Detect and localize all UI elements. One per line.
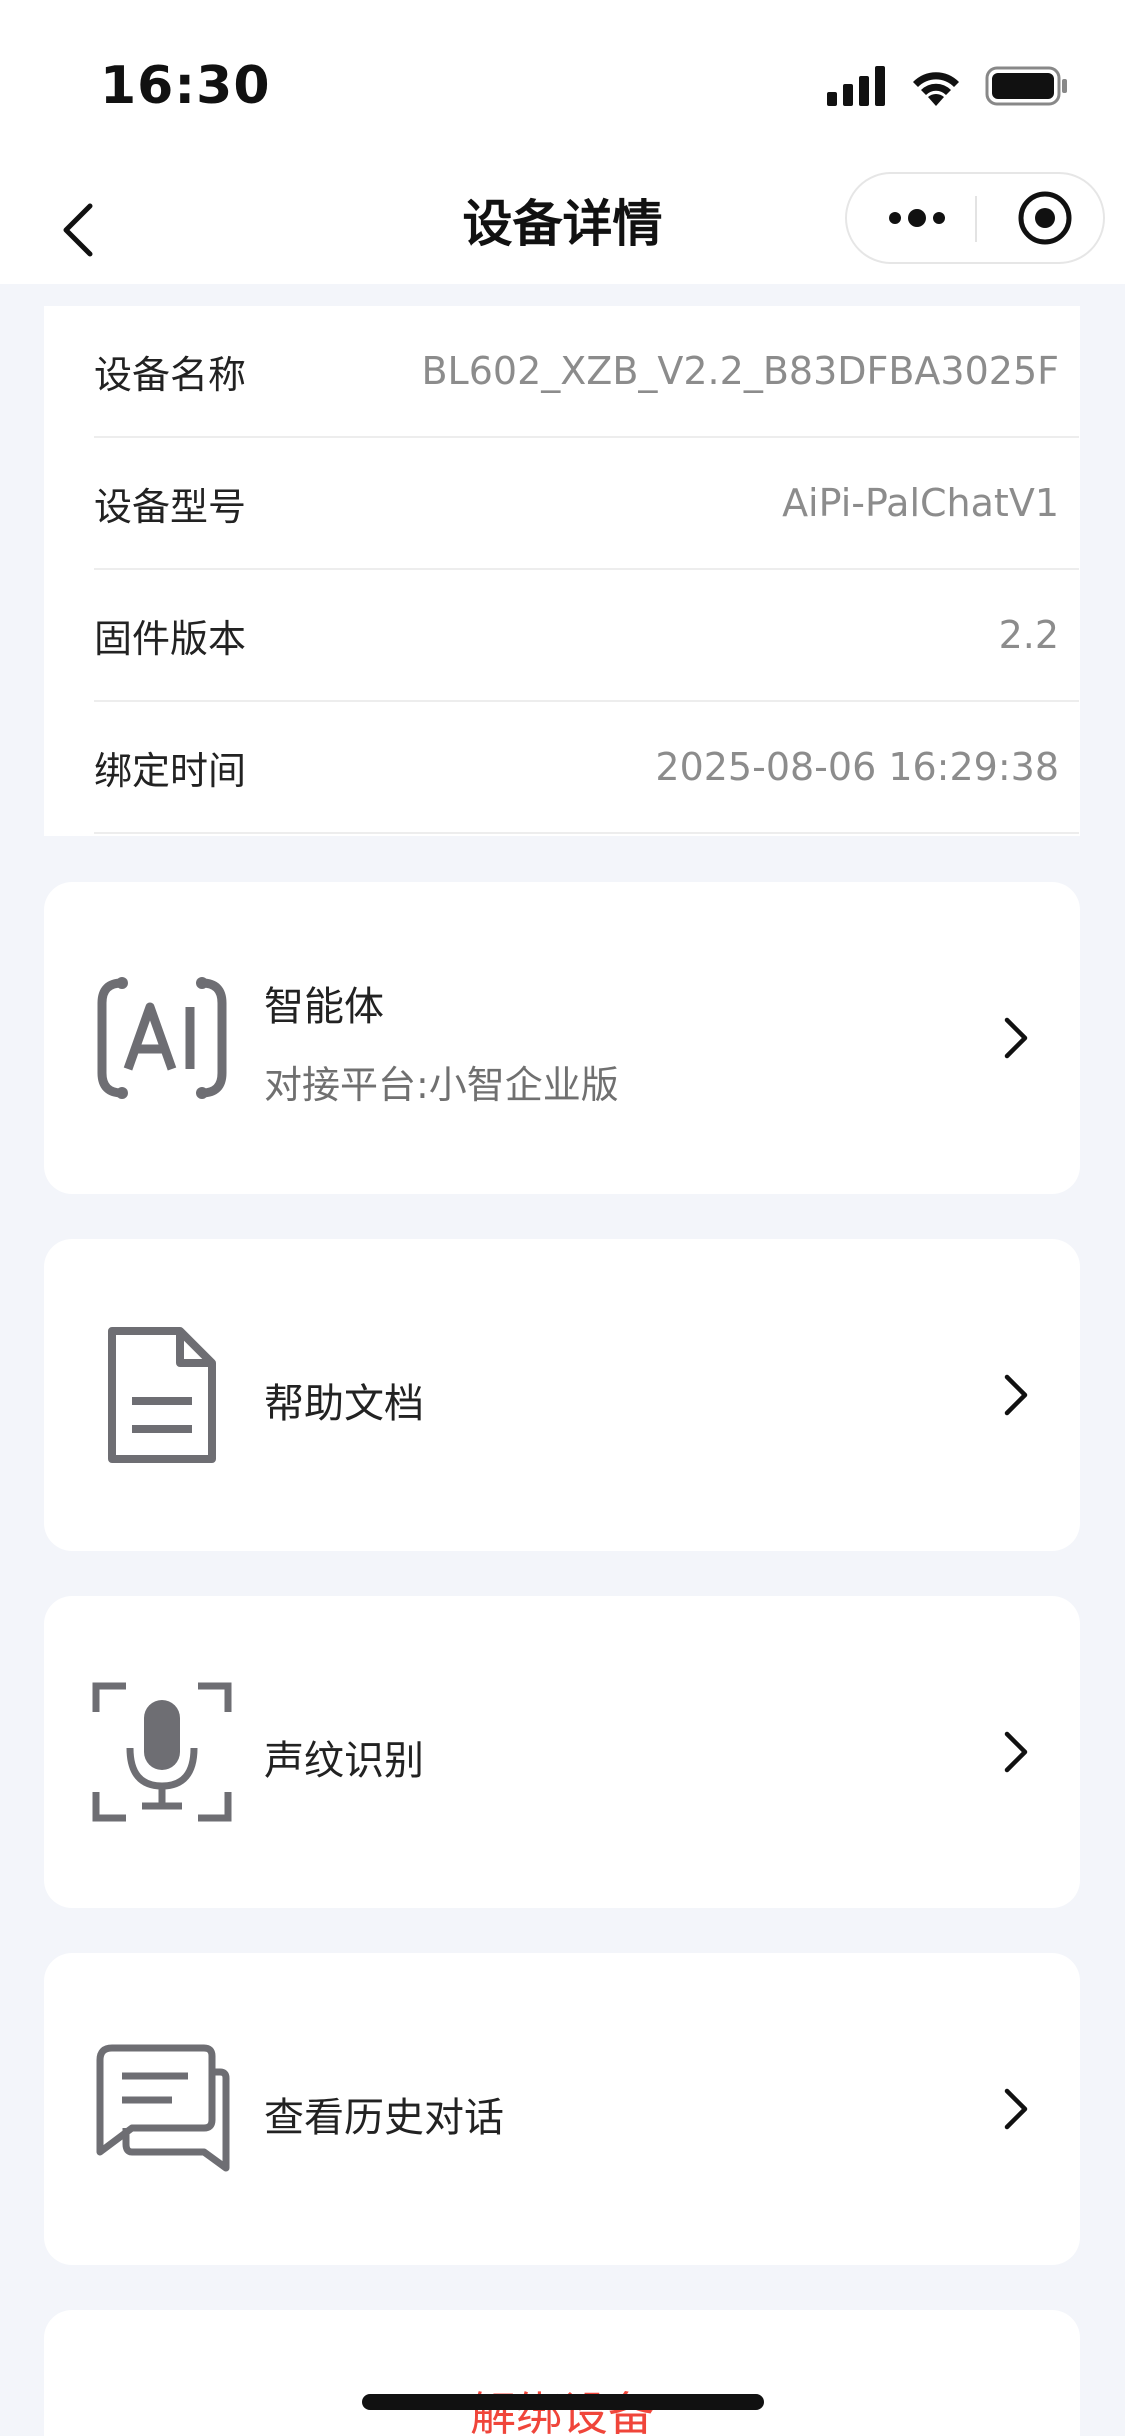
info-label: 设备名称 <box>94 352 247 397</box>
more-dots-icon <box>889 209 945 227</box>
device-info-card: 设备名称 BL602_XZB_V2.2_B83DFBA3025F 设备型号 Ai… <box>44 306 1080 836</box>
info-label: 设备型号 <box>94 484 247 529</box>
capsule-divider <box>975 196 977 242</box>
menu-title: 查看历史对话 <box>264 2095 504 2141</box>
chevron-right-icon <box>996 1004 1036 1072</box>
info-row-bind-time: 绑定时间 2025-08-06 16:29:38 <box>94 702 1079 834</box>
info-row-device-name: 设备名称 BL602_XZB_V2.2_B83DFBA3025F <box>94 306 1079 438</box>
microphone-scan-icon <box>92 1682 232 1822</box>
mini-program-capsule <box>845 172 1105 264</box>
chevron-right-icon <box>996 1718 1036 1786</box>
home-indicator[interactable] <box>362 2394 764 2410</box>
chevron-right-icon <box>996 2075 1036 2143</box>
menu-title: 智能体 <box>264 984 384 1030</box>
target-close-icon <box>1018 191 1072 245</box>
menu-item-help-docs[interactable]: 帮助文档 <box>44 1239 1080 1551</box>
info-row-device-model: 设备型号 AiPi-PalChatV1 <box>94 438 1079 570</box>
unbind-device-button[interactable]: 解绑设备 <box>44 2310 1080 2436</box>
wifi-icon <box>913 72 959 106</box>
menu-title: 声纹识别 <box>264 1738 424 1784</box>
close-mini-program-button[interactable] <box>995 174 1095 262</box>
info-value: 2025-08-06 16:29:38 <box>655 745 1059 789</box>
status-time: 16:30 <box>100 56 271 116</box>
menu-item-voiceprint[interactable]: 声纹识别 <box>44 1596 1080 1908</box>
info-value: 2.2 <box>998 613 1059 657</box>
menu-subtitle: 对接平台:小智企业版 <box>264 1063 619 1107</box>
more-button[interactable] <box>867 174 967 262</box>
chevron-right-icon <box>996 1361 1036 1429</box>
menu-item-agent[interactable]: 智能体 对接平台:小智企业版 <box>44 882 1080 1194</box>
document-icon <box>92 1325 232 1465</box>
info-value: AiPi-PalChatV1 <box>782 481 1059 525</box>
menu-item-chat-history[interactable]: 查看历史对话 <box>44 1953 1080 2265</box>
info-label: 固件版本 <box>94 616 247 661</box>
info-label: 绑定时间 <box>94 748 247 793</box>
status-bar: 16:30 <box>0 0 1125 172</box>
ai-agent-icon <box>92 968 232 1108</box>
battery-icon <box>985 66 1067 106</box>
menu-title: 帮助文档 <box>264 1381 424 1427</box>
status-icons <box>827 62 1069 110</box>
nav-bar: 设备详情 <box>0 172 1125 284</box>
info-row-firmware-version: 固件版本 2.2 <box>94 570 1079 702</box>
cellular-signal-icon <box>827 66 885 106</box>
chat-bubbles-icon <box>92 2039 232 2179</box>
info-value: BL602_XZB_V2.2_B83DFBA3025F <box>421 349 1059 393</box>
